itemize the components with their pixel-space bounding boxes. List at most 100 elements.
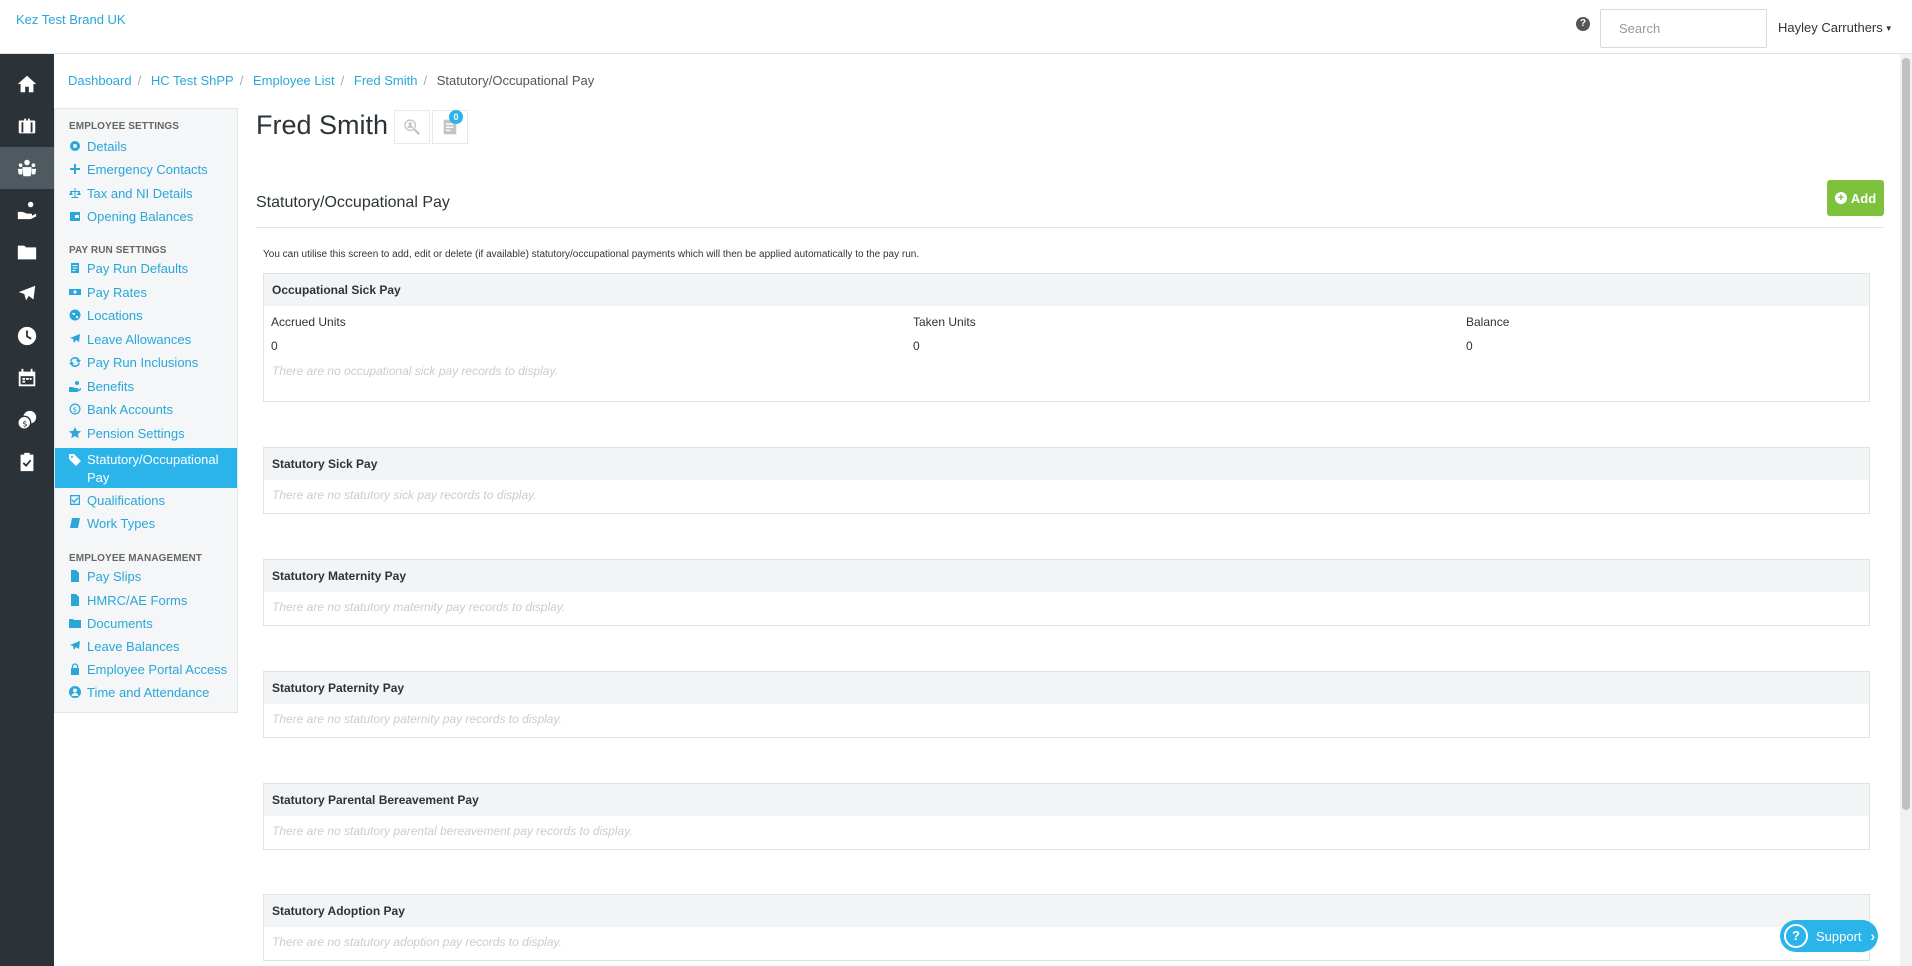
empty-message: There are no statutory paternity pay rec… — [272, 712, 562, 726]
wallet-icon — [69, 210, 81, 222]
file-icon — [69, 594, 81, 606]
search-user-icon — [404, 119, 420, 135]
empty-message: There are no statutory sick pay records … — [272, 488, 537, 502]
section-title-pay-run-settings: Pay Run Settings — [69, 245, 167, 256]
panel-title: Statutory Sick Pay — [264, 448, 1869, 480]
empty-message: There are no statutory adoption pay reco… — [272, 935, 562, 949]
sidebar-item-leave-balances[interactable]: Leave Balances — [55, 635, 237, 657]
star-icon — [69, 427, 81, 439]
clipboard-check-icon[interactable] — [0, 441, 54, 483]
plane-icon — [69, 640, 81, 652]
accrued-units-value: 0 — [271, 339, 278, 353]
calendar-icon[interactable] — [0, 357, 54, 399]
plus-icon — [69, 163, 81, 175]
sidebar-item-pension-settings[interactable]: Pension Settings — [55, 422, 237, 444]
sidebar-item-time-and-attendance[interactable]: Time and Attendance — [55, 681, 237, 703]
sidebar-item-pay-rates[interactable]: Pay Rates — [55, 281, 237, 303]
sidebar-item-leave-allowances[interactable]: Leave Allowances — [55, 328, 237, 350]
panel-title: Statutory Adoption Pay — [264, 895, 1869, 927]
plane-icon[interactable] — [0, 273, 54, 315]
notes-count-badge: 0 — [449, 110, 463, 124]
plus-circle-icon: + — [1834, 192, 1847, 204]
sidebar-item-qualifications[interactable]: Qualifications — [55, 489, 237, 511]
section-title-employee-management: Employee Management — [69, 553, 203, 564]
page-title: Fred Smith — [256, 110, 389, 140]
breadcrumb-company[interactable]: HC Test ShPP — [151, 73, 234, 88]
occupational-sick-pay-panel: Occupational Sick Pay Accrued Units 0 Ta… — [263, 273, 1870, 402]
brand-link[interactable]: Kez Test Brand UK — [16, 12, 126, 27]
employee-settings-sidebar: Employee Settings Details Emergency Cont… — [54, 108, 238, 713]
sidebar-item-pay-slips[interactable]: Pay Slips — [55, 565, 237, 587]
breadcrumb-employee[interactable]: Fred Smith — [354, 73, 418, 88]
sidebar-item-hmrc-ae-forms[interactable]: HMRC/AE Forms — [55, 589, 237, 611]
coins-icon[interactable]: $ — [0, 399, 54, 441]
add-button[interactable]: + Add — [1827, 180, 1884, 216]
panel-title: Statutory Paternity Pay — [264, 672, 1869, 704]
tag-icon — [69, 454, 81, 466]
question-circle-icon[interactable]: ? — [1576, 17, 1590, 31]
employees-icon[interactable] — [0, 147, 54, 189]
folder-icon[interactable] — [0, 231, 54, 273]
user-clock-icon — [69, 686, 81, 698]
breadcrumb-employee-list[interactable]: Employee List — [253, 73, 335, 88]
sidebar-item-documents[interactable]: Documents — [55, 612, 237, 634]
money-bill-icon — [69, 286, 81, 298]
plane-icon — [69, 333, 81, 345]
section-heading: Statutory/Occupational Pay — [256, 194, 450, 211]
svg-text:$: $ — [73, 406, 77, 414]
caret-down-icon: ▼ — [1884, 24, 1893, 34]
hand-holding-icon — [69, 380, 81, 392]
breadcrumb: Dashboard / HC Test ShPP / Employee List / … — [68, 73, 595, 88]
sidebar-item-statutory-occupational-pay[interactable]: Statutory/Occupational Pay — [55, 448, 237, 488]
balance-value: 0 — [1466, 339, 1473, 353]
section-title-employee-settings: Employee Settings — [69, 121, 180, 132]
gear-icon — [69, 140, 81, 152]
sidebar-item-bank-accounts[interactable]: $ Bank Accounts — [55, 398, 237, 420]
panel-title: Statutory Parental Bereavement Pay — [264, 784, 1869, 816]
clock-icon[interactable] — [0, 315, 54, 357]
clipboard-icon — [69, 262, 81, 274]
balance-columns: Accrued Units 0 Taken Units 0 Balance 0 — [264, 306, 1869, 354]
sidebar-item-details[interactable]: Details — [55, 135, 237, 157]
search-input[interactable] — [1600, 9, 1767, 48]
sidebar-item-benefits[interactable]: Benefits — [55, 375, 237, 397]
file-icon — [69, 570, 81, 582]
book-icon — [69, 517, 81, 529]
statutory-paternity-pay-panel: Statutory Paternity Pay There are no sta… — [263, 671, 1870, 738]
panel-title: Occupational Sick Pay — [264, 274, 1869, 306]
sidebar-item-tax-ni[interactable]: Tax and NI Details — [55, 182, 237, 204]
briefcase-icon[interactable] — [0, 105, 54, 147]
statutory-adoption-pay-panel: Statutory Adoption Pay There are no stat… — [263, 894, 1870, 961]
intro-text: You can utilise this screen to add, edit… — [263, 249, 920, 260]
breadcrumb-dashboard[interactable]: Dashboard — [68, 73, 132, 88]
home-icon[interactable] — [0, 63, 54, 105]
panel-title: Statutory Maternity Pay — [264, 560, 1869, 592]
statutory-sick-pay-panel: Statutory Sick Pay There are no statutor… — [263, 447, 1870, 514]
empty-message: There are no statutory maternity pay rec… — [272, 600, 566, 614]
user-menu[interactable]: Hayley Carruthers ▼ — [1778, 20, 1893, 35]
support-button[interactable]: ? Support › — [1780, 920, 1878, 952]
lock-icon — [69, 663, 81, 675]
sidebar-item-work-types[interactable]: Work Types — [55, 512, 237, 534]
accrued-units-label: Accrued Units — [271, 315, 346, 329]
main-nav-rail: $ — [0, 54, 54, 966]
sidebar-item-pay-run-defaults[interactable]: Pay Run Defaults — [55, 257, 237, 279]
breadcrumb-current: Statutory/Occupational Pay — [436, 73, 595, 88]
scrollbar-thumb[interactable] — [1902, 58, 1910, 810]
user-name: Hayley Carruthers — [1778, 20, 1883, 35]
balance-scale-icon — [69, 187, 81, 199]
sidebar-item-employee-portal-access[interactable]: Employee Portal Access — [55, 658, 237, 680]
question-circle-icon: ? — [1784, 924, 1808, 948]
sidebar-item-locations[interactable]: Locations — [55, 304, 237, 326]
statutory-maternity-pay-panel: Statutory Maternity Pay There are no sta… — [263, 559, 1870, 626]
taken-units-label: Taken Units — [913, 315, 976, 329]
divider — [256, 227, 1884, 228]
top-bar: Kez Test Brand UK ? Hayley Carruthers▼ — [0, 0, 1912, 54]
sidebar-item-opening-balances[interactable]: Opening Balances — [55, 205, 237, 227]
view-profile-button[interactable] — [394, 110, 430, 144]
page-scrollbar[interactable] — [1900, 54, 1912, 966]
chevron-right-icon: › — [1870, 928, 1876, 944]
sidebar-item-emergency-contacts[interactable]: Emergency Contacts — [55, 158, 237, 180]
sidebar-item-pay-run-inclusions[interactable]: Pay Run Inclusions — [55, 351, 237, 373]
hand-coins-icon[interactable] — [0, 189, 54, 231]
